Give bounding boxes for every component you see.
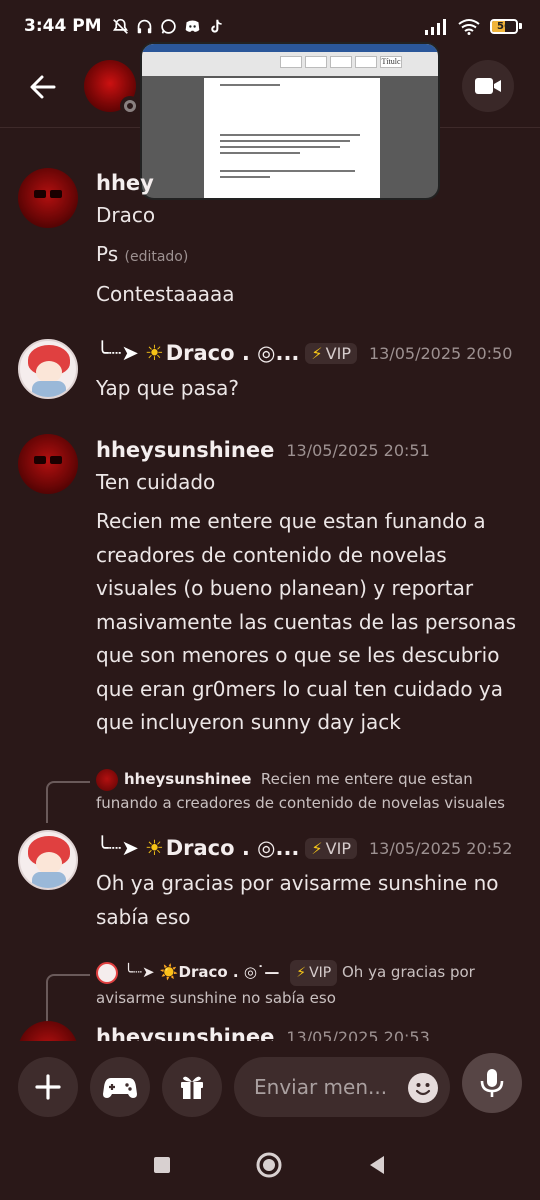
timestamp: 13/05/2025 20:50 [368,343,513,363]
message-author[interactable]: hhey [96,171,154,195]
battery-percent: 56 [497,20,511,32]
reply-connector [46,781,90,823]
message-input-placeholder: Enviar men... [254,1075,388,1099]
system-navigation-bar [0,1129,540,1200]
timestamp: 13/05/2025 20:51 [286,440,430,460]
voice-message-button[interactable] [462,1053,522,1113]
message-text: Ps (editado) [96,242,189,266]
avatar[interactable] [18,339,78,399]
reply-preview[interactable]: hheysunshinee Recien me entere que estan… [96,767,516,815]
battery-icon: 56 [490,18,522,34]
timestamp: 13/05/2025 20:53 [286,1027,430,1042]
reply-connector [46,974,90,1024]
vip-badge: ⚡ VIP [290,960,338,986]
gift-icon [181,1076,203,1099]
emoji-picker-icon[interactable] [408,1073,438,1103]
avatar[interactable] [18,168,78,228]
discord-icon [185,20,199,32]
message-author[interactable]: hheysunshinee 13/05/2025 20:53 [96,1025,430,1041]
gamepad-icon [103,1078,137,1098]
message-input[interactable]: Enviar men... [234,1057,450,1117]
message-text: Contestaaaaa [96,282,235,306]
plus-icon [35,1074,61,1100]
bolt-icon: ⚡ [311,343,323,363]
arrow-left-icon [30,75,56,99]
avatar[interactable] [18,830,78,890]
whatsapp-icon [160,18,176,34]
message-list[interactable]: hhey Draco Ps (editado) Contestaaaaa ╰┈➤… [0,129,540,1041]
message-text: Oh ya gracias por avisarme sunshine no s… [96,871,499,929]
bolt-icon: ⚡ [311,838,323,858]
gift-button[interactable] [162,1057,222,1117]
offline-status-icon [120,96,140,116]
message-text: Ten cuidado [96,470,216,494]
reply-avatar [96,961,118,984]
back-button[interactable] [22,66,64,108]
signal-icon [425,18,446,35]
message-composer: Enviar men... [0,1041,540,1129]
word-ribbon: Títulc [142,44,438,76]
apps-button[interactable] [90,1057,150,1117]
sun-emoji-icon: ☀ [144,341,164,365]
message-text: Yap que pasa? [96,376,240,400]
clock: 3:44 PM [24,16,102,36]
wifi-icon [458,18,480,35]
vip-badge: ⚡ VIP [305,837,357,859]
message-author[interactable]: ╰┈➤ ☀ Draco . ◎... ⚡ VIP 13/05/2025 20:52 [96,836,512,860]
tiktok-icon [210,19,222,33]
message-text: Recien me entere que estan funando a cre… [96,509,517,734]
mute-bell-icon [112,18,128,34]
edited-label: (editado) [124,249,189,265]
reply-preview[interactable]: ╰┈➤ ☀️Draco . ◎˙— ⚡ VIP Oh ya gracias por… [96,960,516,1010]
message-text: Draco [96,203,156,227]
avatar[interactable] [18,1021,78,1041]
headphones-icon [137,19,151,33]
video-call-button[interactable] [462,60,514,112]
add-attachment-button[interactable] [18,1057,78,1117]
video-camera-icon [475,78,501,94]
message-author[interactable]: ╰┈➤ ☀ Draco . ◎... ⚡ VIP 13/05/2025 20:50 [96,341,512,365]
sun-emoji-icon: ☀ [144,836,164,860]
recent-apps-icon[interactable] [152,1155,172,1175]
back-nav-icon[interactable] [366,1154,388,1176]
vip-badge: ⚡ VIP [305,342,357,364]
home-icon[interactable] [255,1151,283,1179]
header-avatar[interactable] [84,60,140,116]
timestamp: 13/05/2025 20:52 [368,838,513,858]
avatar[interactable] [18,434,78,494]
microphone-icon [480,1069,504,1097]
message-author[interactable]: hheysunshinee 13/05/2025 20:51 [96,438,430,462]
reply-avatar [96,768,118,791]
